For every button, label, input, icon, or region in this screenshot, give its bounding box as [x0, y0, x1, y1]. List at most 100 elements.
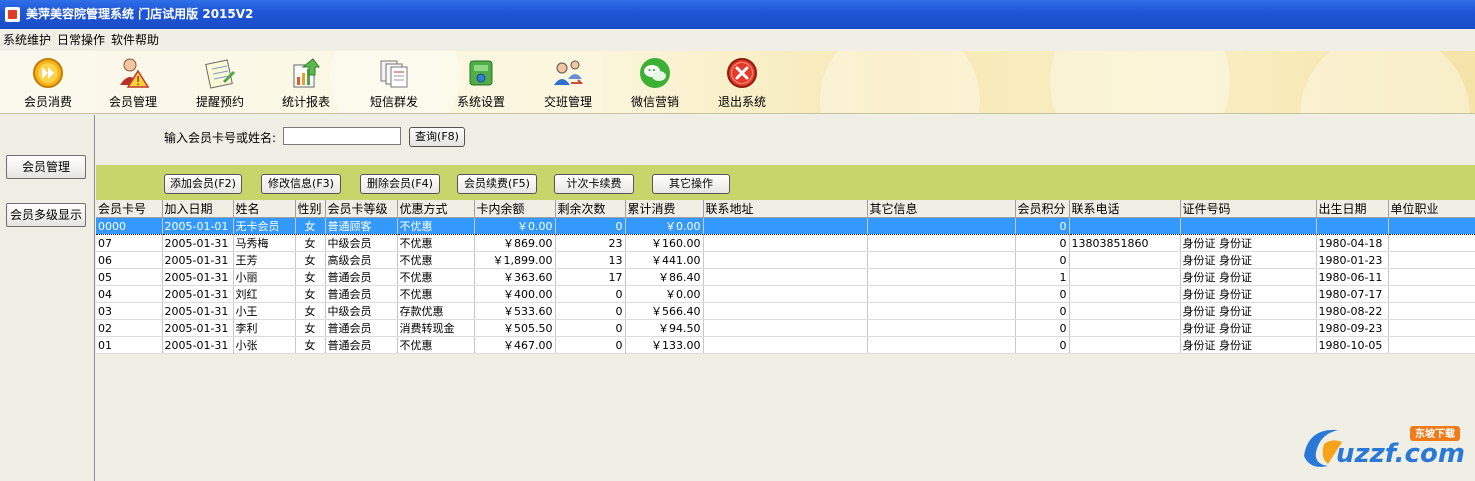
table-cell: [703, 285, 868, 303]
table-cell: 无卡会员: [233, 217, 296, 235]
table-cell: 0: [555, 336, 626, 354]
table-row[interactable]: 01 2005-01-31 小张女普通会员 不优惠 ￥467.00 0 ￥133.00 0 身份…: [96, 336, 1475, 354]
notepad-icon: [203, 57, 237, 89]
column-header[interactable]: 卡内余额: [474, 200, 556, 218]
column-header[interactable]: 其它信息: [867, 200, 1016, 218]
table-cell: [867, 251, 1016, 269]
column-header[interactable]: 性别: [295, 200, 326, 218]
table-cell: 1980-08-22: [1316, 302, 1389, 320]
table-cell: ￥0.00: [625, 285, 704, 303]
column-header[interactable]: 出生日期: [1316, 200, 1389, 218]
toolbar-label: 统计报表: [281, 95, 330, 109]
table-cell: ￥363.60: [474, 268, 556, 286]
table-cell: [1388, 285, 1475, 303]
table-cell: [867, 319, 1016, 337]
table-cell: 2005-01-31: [162, 285, 234, 303]
column-header[interactable]: 加入日期: [162, 200, 234, 218]
member-renew-button[interactable]: 会员续费(F5): [457, 174, 537, 194]
edit-member-button[interactable]: 修改信息(F3): [261, 174, 341, 194]
table-row[interactable]: 07 2005-01-31 马秀梅女中级会员 不优惠 ￥869.00 23 ￥160.00 0…: [96, 234, 1475, 252]
table-cell: 普通会员: [325, 336, 398, 354]
column-header[interactable]: 会员卡号: [96, 200, 163, 218]
table-row[interactable]: 04 2005-01-31 刘红女普通会员 不优惠 ￥400.00 0 ￥0.00 0 身份证 …: [96, 285, 1475, 303]
table-row[interactable]: 05 2005-01-31 小丽女普通会员 不优惠 ￥363.60 17 ￥86.40 1 身份…: [96, 268, 1475, 286]
table-cell: 小张: [233, 336, 296, 354]
toolbar: 会员消费 会员管理 提醒预约 统计报表 短信群发 系统设置 交班管理 微信营销 …: [0, 51, 1475, 114]
table-cell: 不优惠: [397, 251, 475, 269]
table-cell: [1069, 217, 1181, 235]
toolbar-member-manage-button[interactable]: 会员管理: [90, 55, 176, 111]
table-cell: ￥467.00: [474, 336, 556, 354]
column-header[interactable]: 单位职业: [1388, 200, 1475, 218]
table-cell: ￥86.40: [625, 268, 704, 286]
menu-daily-operations[interactable]: 日常操作: [54, 29, 108, 51]
table-cell: [1069, 251, 1181, 269]
toolbar-exit-button[interactable]: 退出系统: [699, 55, 785, 111]
table-cell: 王芳: [233, 251, 296, 269]
sidebar-member-multilevel-button[interactable]: 会员多级显示: [6, 203, 86, 227]
table-cell: 0000: [96, 217, 163, 235]
menu-system-maintenance[interactable]: 系统维护: [0, 29, 54, 51]
table-cell: 04: [96, 285, 163, 303]
other-operations-button[interactable]: 其它操作: [652, 174, 730, 194]
table-cell: 1980-09-23: [1316, 319, 1389, 337]
column-header[interactable]: 姓名: [233, 200, 296, 218]
column-header[interactable]: 联系地址: [703, 200, 868, 218]
column-header[interactable]: 累计消费: [625, 200, 704, 218]
table-cell: 05: [96, 268, 163, 286]
table-cell: 中级会员: [325, 302, 398, 320]
column-header[interactable]: 会员积分: [1015, 200, 1070, 218]
table-cell: ￥94.50: [625, 319, 704, 337]
column-header[interactable]: 证件号码: [1180, 200, 1317, 218]
toolbar-member-consume-button[interactable]: 会员消费: [5, 55, 91, 111]
table-cell: 0: [555, 217, 626, 235]
menu-help[interactable]: 软件帮助: [108, 29, 162, 51]
table-cell: 消费转现金: [397, 319, 475, 337]
table-cell: [1069, 336, 1181, 354]
column-header[interactable]: 优惠方式: [397, 200, 475, 218]
table-cell: 0: [1015, 234, 1070, 252]
swap-users-icon: [551, 57, 585, 89]
toolbar-settings-button[interactable]: 系统设置: [438, 55, 524, 111]
table-cell: 普通会员: [325, 319, 398, 337]
table-cell: 13803851860: [1069, 234, 1181, 252]
watermark-logo: 东坡下载 uzzf.com: [1298, 420, 1468, 476]
action-bar: 添加会员(F2) 修改信息(F3) 删除会员(F4) 会员续费(F5) 计次卡续…: [96, 165, 1475, 200]
table-row[interactable]: 03 2005-01-31 小王女中级会员 存款优惠 ￥533.60 0 ￥566.40 0 身…: [96, 302, 1475, 320]
table-cell: ￥566.40: [625, 302, 704, 320]
table-row[interactable]: 0000 2005-01-01 无卡会员女普通顾客 不优惠 ￥0.00 0 ￥0.00 0: [96, 217, 1475, 235]
table-cell: [867, 268, 1016, 286]
table-cell: 2005-01-31: [162, 336, 234, 354]
table-cell: 2005-01-31: [162, 251, 234, 269]
toolbar-reminder-button[interactable]: 提醒预约: [177, 55, 263, 111]
table-cell: [703, 268, 868, 286]
table-row[interactable]: 02 2005-01-31 李利女普通会员 消费转现金 ￥505.50 0 ￥94.50 0 身…: [96, 319, 1475, 337]
query-button[interactable]: 查询(F8): [409, 127, 465, 147]
table-cell: 0: [1015, 251, 1070, 269]
toolbar-wechat-button[interactable]: 微信营销: [612, 55, 698, 111]
search-input[interactable]: [283, 127, 401, 145]
table-cell: [703, 302, 868, 320]
table-cell: [1069, 285, 1181, 303]
column-header[interactable]: 剩余次数: [555, 200, 626, 218]
toolbar-sms-button[interactable]: 短信群发: [351, 55, 437, 111]
table-row[interactable]: 06 2005-01-31 王芳女高级会员 不优惠 ￥1,899.00 13 ￥441.00…: [96, 251, 1475, 269]
count-card-renew-button[interactable]: 计次卡续费: [554, 174, 634, 194]
column-header[interactable]: 会员卡等级: [325, 200, 398, 218]
table-cell: 女: [295, 319, 326, 337]
table-cell: 2005-01-31: [162, 268, 234, 286]
delete-member-button[interactable]: 删除会员(F4): [360, 174, 440, 194]
toolbar-label: 会员消费: [23, 95, 72, 109]
table-cell: 不优惠: [397, 285, 475, 303]
toolbar-shift-button[interactable]: 交班管理: [525, 55, 611, 111]
sidebar-member-manage-button[interactable]: 会员管理: [6, 155, 86, 179]
column-header[interactable]: 联系电话: [1069, 200, 1181, 218]
table-cell: 06: [96, 251, 163, 269]
table-cell: 小王: [233, 302, 296, 320]
toolbar-report-button[interactable]: 统计报表: [263, 55, 349, 111]
table-cell: 02: [96, 319, 163, 337]
member-table[interactable]: 会员卡号 加入日期 姓名 性别 会员卡等级 优惠方式 卡内余额 剩余次数 累计消…: [96, 200, 1475, 481]
add-member-button[interactable]: 添加会员(F2): [164, 174, 242, 194]
table-cell: 身份证 身份证: [1180, 251, 1317, 269]
table-cell: [867, 302, 1016, 320]
